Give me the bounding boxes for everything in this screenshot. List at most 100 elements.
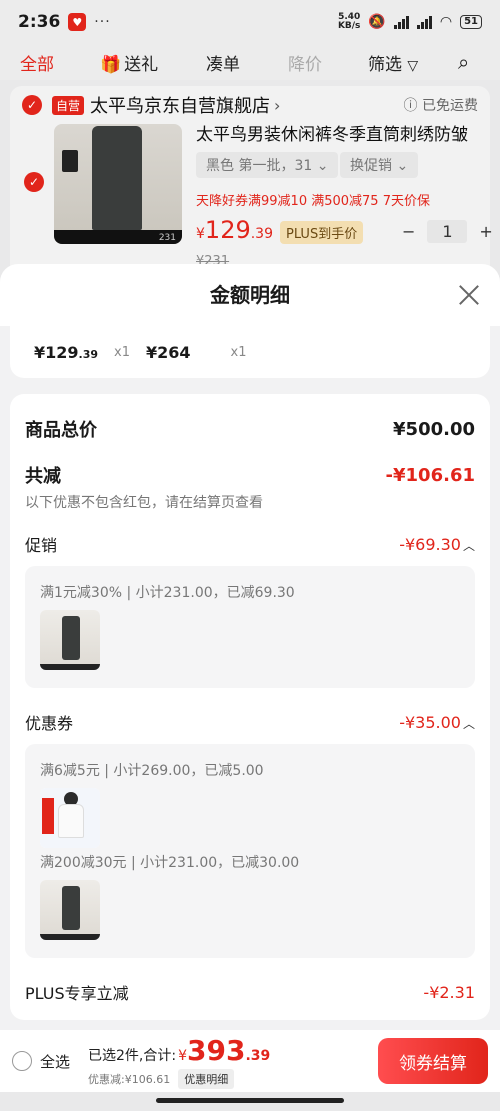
wifi-icon: ◠ [439,14,453,30]
tab-price-drop[interactable]: 降价 [288,50,322,75]
chevron-up-icon: ︿ [462,716,475,731]
plus-price-tag: PLUS到手价 [280,221,364,244]
coupon-detail-line-1: 满6减5元 | 小计269.00，已减5.00 [40,763,264,779]
coupon-row[interactable]: 优惠券 -¥35.00 ︿ [25,710,475,734]
item-checkbox[interactable]: ✓ [24,172,44,192]
item-price-1-dec: .39 [78,347,99,361]
discount-detail-button[interactable]: 优惠明细 [178,1068,235,1089]
coupon-detail-line-2: 满200减30元 | 小计231.00，已减30.00 [40,855,300,871]
item-qty-2: x1 [230,344,247,360]
plus-row: PLUS专享立减 -¥2.31 [25,980,475,1004]
product-image-number: 231 [158,233,176,243]
cart-tabs: 全部 🎁 送礼 凑单 降价 筛选 ▽ ⌕ [0,44,500,80]
shop-name[interactable]: 太平鸟京东自营旗舰店 [90,92,270,118]
item-price-1-int: ¥129 [34,342,79,362]
close-icon[interactable] [456,282,482,308]
search-icon[interactable]: ⌕ [458,50,469,74]
tab-filter[interactable]: 筛选 ▽ [368,50,418,75]
coupon-product-thumb-1[interactable] [40,788,100,848]
network-speed: 5.40 KB/s [338,13,360,31]
discount-row: 共减 -¥106.61 [25,462,475,488]
coupon-detail-box: 满6减5元 | 小计269.00，已减5.00 满200减30元 | 小计231… [25,744,475,958]
thumb-strip [40,934,100,940]
promo-row[interactable]: 促销 -¥69.30 ︿ [25,532,475,556]
coupon-label: 优惠券 [25,714,74,733]
coupon-product-thumb-2[interactable] [40,880,100,940]
thumb-figure [62,616,80,660]
tab-gift-label: 送礼 [124,54,159,75]
cart-item: ✓ 231 太平鸟男装休闲裤冬季直筒刺绣防皱 黑色 第一批，31 ⌄ 换促销 ⌄… [10,124,493,274]
tab-gift[interactable]: 🎁 送礼 [100,50,158,75]
promo-value: -¥69.30 ︿ [399,535,475,554]
discount-label: 共减 [25,466,61,487]
shop-header: ✓ 自营 太平鸟京东自营旗舰店 › ⓘ 已免运费 [10,86,490,124]
total-line: 已选2件,合计: ¥ 393 .39 [88,1034,270,1067]
sheet-title: 金额明细 [210,283,290,307]
promo-text: 天降好券满99减10 满500减75 7天价保 [196,194,430,209]
total-currency: ¥ [178,1047,188,1064]
checkout-bar: 全选 已选2件,合计: ¥ 393 .39 优惠减:¥106.61 优惠明细 领… [0,1030,500,1092]
order-summary: 已选2件,合计: ¥ 393 .39 优惠减:¥106.61 优惠明细 [88,1034,270,1089]
product-title[interactable]: 太平鸟男装休闲裤冬季直筒刺绣防皱 [196,120,468,145]
tab-bundle[interactable]: 凑单 [206,50,240,75]
select-all-checkbox[interactable] [12,1051,32,1071]
total-decimal: .39 [245,1047,271,1064]
plus-button[interactable]: + [479,222,492,241]
checkout-button[interactable]: 领券结算 [378,1038,488,1084]
promo-detail-line: 满1元减30% | 小计231.00，已减69.30 [40,585,295,601]
coupon-value-text: -¥35.00 [399,712,461,732]
promo-value-text: -¥69.30 [399,534,461,554]
net-speed-unit: KB/s [337,21,361,31]
chevron-up-icon: ︿ [462,538,475,553]
chevron-right-icon: › [274,95,281,115]
shipping-status: ⓘ 已免运费 [403,98,478,114]
promo-product-thumb[interactable] [40,610,100,670]
spec-selector[interactable]: 黑色 第一批，31 ⌄ [196,152,339,178]
discount-value: -¥106.61 [385,464,475,486]
discount-detail-card: 商品总价 ¥500.00 共减 -¥106.61 以下优惠不包含红包，请在结算页… [10,394,490,1020]
status-time: 2:36 [18,12,61,32]
item-price-2: ¥264 [146,342,191,362]
minus-button[interactable]: − [402,222,415,241]
product-box-graphic [62,150,78,172]
promo-label: 促销 [25,536,58,555]
discount-summary: 优惠减:¥106.61 [88,1072,171,1086]
shop-checkbox[interactable]: ✓ [22,95,42,115]
status-indicators: 5.40 KB/s 🔕 ◠ 51 [338,13,482,31]
price-dec: .39 [250,226,273,242]
items-summary: ¥129.39 x1 ¥264 x1 [10,326,490,378]
change-promo-button[interactable]: 换促销 ⌄ [340,152,419,178]
selected-text: 已选2件,合计: [88,1047,177,1064]
coupon-value: -¥35.00 ︿ [399,713,475,732]
total-label: 商品总价 [25,420,97,441]
mute-icon: 🔕 [368,14,386,30]
product-image[interactable]: 231 [54,124,182,244]
home-indicator[interactable] [156,1098,344,1103]
tab-all[interactable]: 全部 [20,50,54,75]
item-qty-1: x1 [114,344,130,360]
product-figure [92,126,142,230]
price-int: 129 [204,216,251,244]
thumb-figure [62,886,80,930]
promo-detail-box: 满1元减30% | 小计231.00，已减69.30 [25,566,475,688]
total-value: ¥500.00 [393,418,475,440]
plus-value: -¥2.31 [423,982,475,1002]
self-operated-tag: 自营 [52,95,85,115]
discount-hint: 以下优惠不包含红包，请在结算页查看 [25,495,263,511]
thumb-badge [42,798,54,834]
quantity-stepper: − 1 + [402,220,493,243]
price-currency: ¥ [196,226,205,242]
discount-line: 优惠减:¥106.61 优惠明细 [88,1068,270,1089]
total-amount: 393 [187,1033,246,1067]
quantity-input[interactable]: 1 [427,220,468,243]
product-price: ¥129.39 [196,216,273,244]
plus-label: PLUS专享立减 [25,984,129,1003]
item-price-1: ¥129.39 [34,343,98,362]
select-all-label[interactable]: 全选 [40,1051,70,1072]
amount-detail-sheet: 金额明细 ¥129.39 x1 ¥264 x1 商品总价 ¥500.00 共减 … [0,264,500,1030]
sheet-header: 金额明细 [0,264,500,326]
tab-filter-label: 筛选 [368,54,402,75]
more-notifications-icon: ··· [94,14,111,30]
gift-icon: 🎁 [100,54,122,75]
total-row: 商品总价 ¥500.00 [25,416,475,442]
